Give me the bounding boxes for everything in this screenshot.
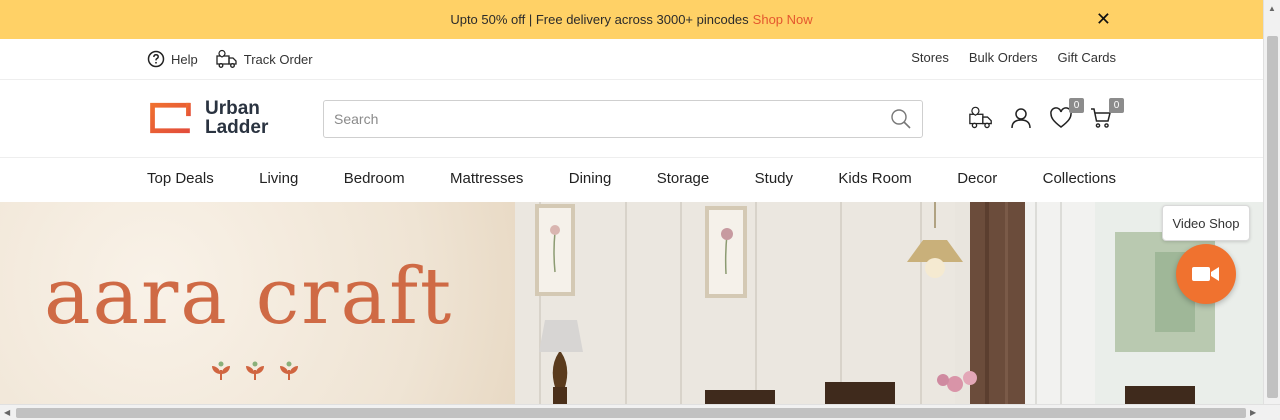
nav-item-bedroom[interactable]: Bedroom [344, 170, 405, 187]
promo-text: Upto 50% off | Free delivery across 3000… [450, 12, 749, 27]
gift-cards-link[interactable]: Gift Cards [1057, 50, 1116, 65]
nav-item-storage[interactable]: Storage [657, 170, 710, 187]
scroll-right-arrow-icon[interactable]: ▶ [1250, 408, 1256, 417]
hero-banner[interactable]: aara craft [0, 202, 1263, 404]
utility-bar: Help Track Order Stores Bulk Orders Gift… [0, 39, 1263, 80]
close-icon[interactable]: ✕ [1096, 9, 1111, 30]
leaf-sprig-icon [246, 361, 264, 380]
wishlist-count-badge: 0 [1069, 98, 1084, 113]
logo-mark-icon [150, 102, 191, 134]
search-input[interactable] [334, 111, 890, 127]
nav-item-living[interactable]: Living [259, 170, 298, 187]
nav-item-mattresses[interactable]: Mattresses [450, 170, 523, 187]
track-order-button[interactable] [968, 104, 994, 132]
cart-button[interactable]: 0 [1088, 98, 1124, 132]
cart-count-badge: 0 [1109, 98, 1124, 113]
shop-now-link[interactable]: Shop Now [753, 12, 813, 27]
help-link[interactable]: Help [147, 50, 198, 68]
video-camera-icon [1192, 267, 1219, 281]
leaf-sprig-icon [212, 361, 230, 380]
hero-brand-panel: aara craft [0, 202, 515, 404]
wishlist-button[interactable]: 0 [1048, 98, 1084, 132]
track-order-label: Track Order [243, 51, 313, 67]
delivery-truck-icon [216, 49, 237, 68]
horizontal-scroll-thumb[interactable] [16, 408, 1246, 418]
logo-line-urban: Urban [205, 98, 260, 119]
vertical-scroll-thumb[interactable] [1267, 36, 1278, 398]
horizontal-scrollbar[interactable]: ◀ ▶ [0, 404, 1280, 420]
logo-line-ladder: Ladder [205, 117, 269, 138]
nav-item-collections[interactable]: Collections [1043, 170, 1116, 187]
video-shop-button[interactable] [1176, 244, 1236, 304]
nav-item-study[interactable]: Study [755, 170, 793, 187]
track-order-link[interactable]: Track Order [216, 49, 313, 69]
video-shop-label: Video Shop [1172, 215, 1240, 231]
scroll-left-arrow-icon[interactable]: ◀ [4, 408, 10, 417]
delivery-truck-icon [969, 106, 992, 129]
help-icon [147, 50, 165, 68]
hero-dining-room-image [515, 202, 1263, 404]
promo-bar: Upto 50% off | Free delivery across 3000… [0, 0, 1263, 39]
main-header: Urban Ladder Search 0 0 [0, 80, 1263, 158]
video-shop-tooltip: Video Shop [1162, 205, 1250, 241]
decorative-sprigs [210, 360, 300, 382]
category-nav: Top Deals Living Bedroom Mattresses Dini… [0, 158, 1263, 202]
scroll-up-arrow-icon[interactable]: ▲ [1268, 4, 1276, 13]
stores-link[interactable]: Stores [911, 50, 949, 65]
nav-item-decor[interactable]: Decor [957, 170, 997, 187]
user-icon [1011, 108, 1031, 129]
bulk-orders-link[interactable]: Bulk Orders [969, 50, 1038, 65]
logo[interactable]: Urban Ladder [147, 99, 268, 137]
nav-item-top-deals[interactable]: Top Deals [147, 170, 214, 187]
search-icon[interactable] [890, 108, 912, 130]
help-label: Help [171, 51, 198, 67]
account-button[interactable] [1008, 104, 1034, 132]
nav-item-kids-room[interactable]: Kids Room [838, 170, 911, 187]
leaf-sprig-icon [280, 361, 298, 380]
nav-item-dining[interactable]: Dining [569, 170, 612, 187]
vertical-scrollbar[interactable]: ▲ [1263, 0, 1280, 404]
hero-brand-title: aara craft [44, 252, 454, 342]
search-box [323, 100, 923, 138]
